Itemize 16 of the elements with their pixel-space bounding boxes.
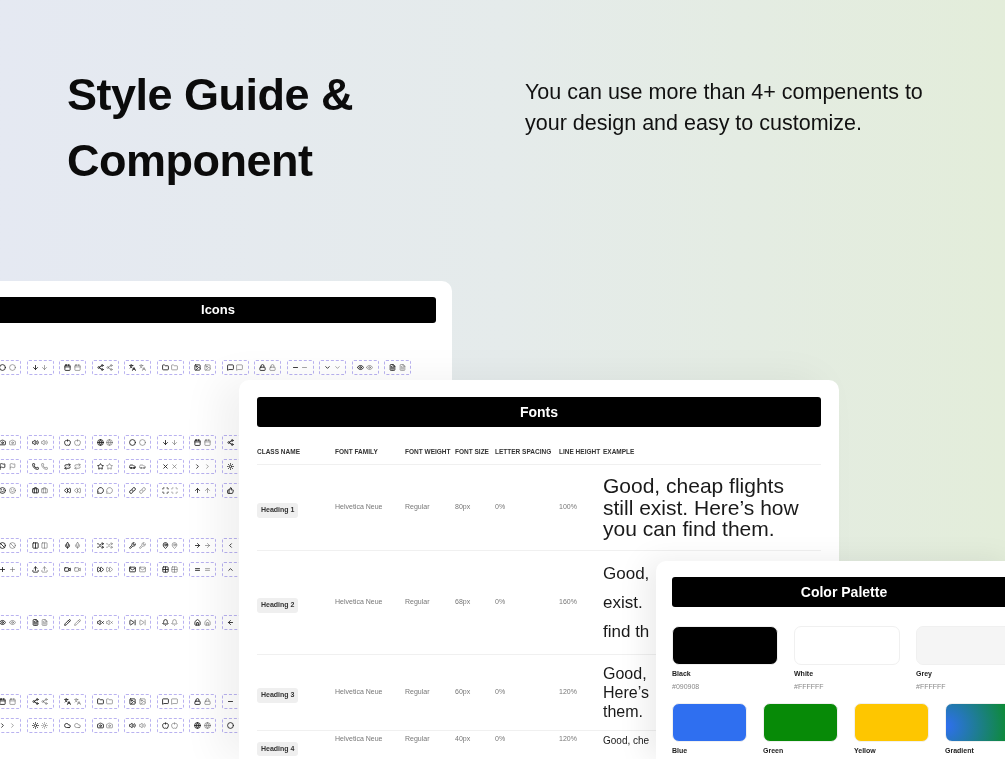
example-text: find th — [603, 620, 650, 643]
example-text: you can find them. — [603, 518, 775, 540]
hero-title: Style Guide & — [67, 68, 354, 122]
example-text: Good, cheap flights — [603, 475, 784, 497]
panel-title: Icons — [201, 301, 235, 320]
hero-title: Component — [67, 134, 314, 188]
example-text: Here’s — [603, 682, 649, 702]
example-text: Good, — [603, 562, 650, 585]
panel-title: Color Palette — [800, 582, 888, 602]
example-text: exist. — [603, 591, 643, 614]
example-text: them. — [603, 701, 643, 721]
panel-title: Fonts — [519, 402, 559, 422]
example-text: Good, che — [603, 733, 650, 747]
example-text: still exist. Here’s how — [603, 496, 799, 518]
example-text: Good, — [603, 663, 647, 683]
hero-description: You can use more than 4+ compenents to your design and easy to customize. — [525, 79, 924, 137]
